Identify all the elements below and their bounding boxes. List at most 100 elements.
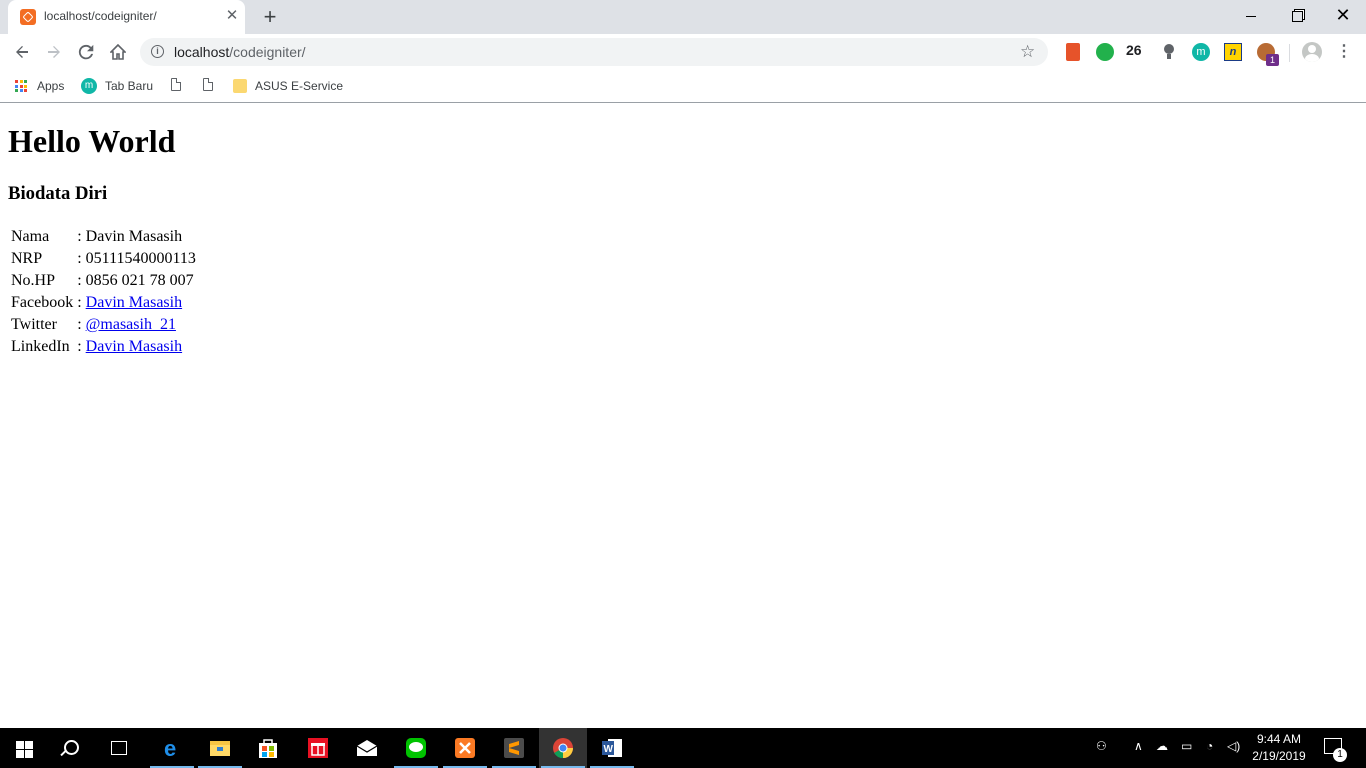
- clock-time: 9:44 AM: [1256, 732, 1302, 746]
- toolbar-divider: [1289, 44, 1290, 62]
- row-label: Facebook: [11, 294, 74, 311]
- task-view-button[interactable]: [96, 728, 144, 768]
- taskbar-sublime-text[interactable]: [490, 728, 538, 768]
- bookmarks-bar: Apps m Tab Baru ASUS E-Service: [0, 70, 1366, 103]
- chrome-icon: [553, 738, 573, 759]
- task-view-icon: [111, 741, 127, 755]
- taskbar-store[interactable]: [244, 728, 292, 768]
- windows-taskbar: e W ⚇ ∧ ☁ ▭ ◔ ◁) 9:44 AM 2/19/2019 1: [0, 728, 1366, 768]
- taskbar-mail[interactable]: [343, 728, 391, 768]
- bookmark-tab-baru[interactable]: m Tab Baru: [81, 77, 153, 95]
- taskbar-word[interactable]: W: [588, 728, 636, 768]
- extension-badge: 1: [1266, 54, 1279, 66]
- section-heading: Biodata Diri: [8, 183, 108, 204]
- svg-text:e: e: [164, 737, 176, 759]
- page-bookmark-icon[interactable]: [203, 78, 213, 91]
- row-label: NRP: [11, 250, 43, 267]
- search-icon: [64, 740, 79, 755]
- browser-toolbar: i localhost/codeigniter/ ☆ 26 m n 1 ⋮: [0, 34, 1366, 70]
- arrow-right-icon: [48, 46, 60, 58]
- taskbar-line[interactable]: [392, 728, 440, 768]
- word-icon: W: [602, 739, 622, 757]
- m-circle-icon: m: [81, 78, 97, 94]
- lightbulb-extension-icon[interactable]: [1160, 43, 1178, 61]
- profile-avatar-icon[interactable]: [1302, 42, 1322, 62]
- battery-icon[interactable]: ▭: [1181, 739, 1192, 753]
- n-extension-icon[interactable]: n: [1224, 43, 1242, 61]
- sublime-text-icon: [504, 738, 524, 758]
- apps-grid-icon: [15, 80, 27, 92]
- linkedin-link[interactable]: Davin Masasih: [86, 338, 182, 355]
- gift-icon: [308, 738, 328, 758]
- table-row: Facebook : Davin Masasih: [10, 293, 197, 313]
- facebook-link[interactable]: Davin Masasih: [86, 294, 182, 311]
- row-value: : 05111540000113: [77, 250, 196, 267]
- mail-icon: [356, 740, 378, 756]
- bookmark-asus-e-service[interactable]: ASUS E-Service: [233, 77, 343, 95]
- chevron-up-icon[interactable]: ∧: [1134, 739, 1143, 753]
- speaker-icon[interactable]: ◁): [1227, 739, 1240, 753]
- home-icon: [109, 43, 127, 60]
- cloud-sync-icon[interactable]: ☁: [1156, 739, 1168, 753]
- new-tab-button[interactable]: +: [258, 5, 282, 29]
- reload-button[interactable]: [72, 38, 100, 66]
- share-extension-icon[interactable]: [1096, 43, 1114, 61]
- extension-count[interactable]: 26: [1126, 42, 1142, 60]
- taskbar-edge[interactable]: e: [148, 728, 196, 768]
- table-row: Nama : Davin Masasih: [10, 227, 197, 247]
- taskbar-chrome[interactable]: [539, 728, 587, 768]
- notification-count-badge: 1: [1333, 748, 1347, 762]
- row-value: : @masasih_21: [77, 316, 176, 333]
- restore-icon: [1291, 10, 1303, 22]
- taskbar-file-explorer[interactable]: [196, 728, 244, 768]
- clock-date: 2/19/2019: [1252, 749, 1306, 763]
- close-window-button[interactable]: ✕: [1320, 0, 1366, 30]
- taskbar-search-button[interactable]: [48, 728, 96, 768]
- page-content: Hello World Biodata Diri Nama : Davin Ma…: [0, 103, 1366, 728]
- biodata-table: Nama : Davin Masasih NRP : 0511154000011…: [8, 225, 199, 359]
- start-button[interactable]: [0, 728, 48, 768]
- m-extension-icon[interactable]: m: [1192, 43, 1210, 61]
- address-bar[interactable]: i localhost/codeigniter/ ☆: [140, 38, 1048, 66]
- edge-icon: e: [164, 737, 176, 759]
- taskbar-xampp[interactable]: [441, 728, 489, 768]
- minimize-button[interactable]: [1228, 0, 1274, 30]
- folder-icon: [233, 79, 247, 93]
- store-bag-icon: [259, 739, 277, 758]
- taskbar-clock[interactable]: 9:44 AM 2/19/2019: [1240, 731, 1318, 765]
- line-chat-icon: [406, 738, 426, 758]
- row-value: : 0856 021 78 007: [77, 272, 194, 289]
- page-bookmark-icon[interactable]: [171, 78, 181, 91]
- row-label: Twitter: [11, 316, 57, 333]
- row-label: No.HP: [11, 272, 56, 289]
- wifi-icon[interactable]: ◔: [1206, 739, 1213, 753]
- bookmark-apps[interactable]: Apps: [15, 77, 64, 95]
- row-label: Nama: [11, 228, 50, 245]
- home-button[interactable]: [104, 38, 132, 66]
- twitter-link[interactable]: @masasih_21: [86, 316, 176, 333]
- kebab-menu-icon[interactable]: ⋮: [1336, 42, 1352, 62]
- folder-icon: [210, 741, 230, 756]
- row-label: LinkedIn: [11, 338, 70, 355]
- office-extension-icon[interactable]: [1066, 43, 1080, 61]
- url-text[interactable]: localhost/codeigniter/: [174, 44, 306, 60]
- reload-icon: [78, 44, 94, 60]
- row-value: : Davin Masasih: [77, 294, 183, 311]
- forward-button[interactable]: [40, 38, 68, 66]
- restore-button[interactable]: [1274, 0, 1320, 30]
- taskbar-gift-app[interactable]: [294, 728, 342, 768]
- browser-tab[interactable]: localhost/codeigniter/ ✕: [8, 0, 245, 34]
- table-row: No.HP : 0856 021 78 007: [10, 271, 197, 291]
- info-icon[interactable]: i: [151, 45, 164, 58]
- close-tab-icon[interactable]: ✕: [224, 8, 240, 24]
- xampp-favicon-icon: [20, 9, 36, 25]
- minimize-icon: [1246, 15, 1256, 17]
- bookmark-star-icon[interactable]: ☆: [1020, 42, 1035, 62]
- people-icon[interactable]: ⚇: [1096, 739, 1107, 753]
- table-row: NRP : 05111540000113: [10, 249, 197, 269]
- row-value: : Davin Masasih: [77, 338, 183, 355]
- row-value: : Davin Masasih: [77, 228, 183, 245]
- tab-title: localhost/codeigniter/: [44, 9, 157, 23]
- back-button[interactable]: [8, 38, 36, 66]
- xampp-icon: [455, 738, 475, 758]
